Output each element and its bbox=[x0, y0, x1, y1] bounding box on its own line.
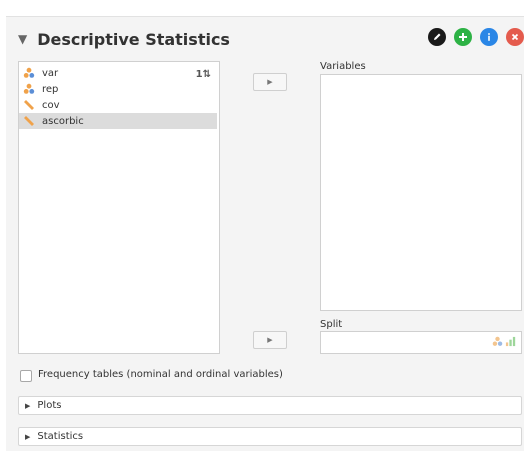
plots-section[interactable]: ▶ Plots bbox=[18, 396, 522, 415]
edit-icon[interactable] bbox=[428, 28, 446, 46]
close-icon[interactable] bbox=[506, 28, 524, 46]
plots-section-label: Plots bbox=[37, 400, 62, 411]
statistics-section-label: Statistics bbox=[37, 431, 84, 442]
list-item-ascorbic[interactable]: ascorbic bbox=[19, 113, 217, 129]
expand-icon: ▶ bbox=[25, 432, 31, 441]
split-target-list[interactable] bbox=[320, 331, 522, 354]
frequency-tables-label: Frequency tables (nominal and ordinal va… bbox=[38, 369, 283, 380]
list-item-label: cov bbox=[42, 99, 60, 111]
list-item-label: rep bbox=[42, 83, 59, 95]
add-icon[interactable] bbox=[454, 28, 472, 46]
ordinal-variable-icon bbox=[505, 336, 516, 347]
list-item-rep[interactable]: rep bbox=[19, 81, 219, 97]
variables-label: Variables bbox=[320, 61, 366, 72]
source-variable-list[interactable]: var rep cov ascorbic 1⇅ bbox=[18, 61, 220, 354]
panel-header[interactable]: ▼ Descriptive Statistics bbox=[18, 27, 230, 51]
nominal-variable-icon bbox=[492, 336, 503, 346]
header-icon-group bbox=[428, 28, 524, 46]
arrow-right-icon: ▶ bbox=[267, 336, 273, 344]
collapse-icon[interactable]: ▼ bbox=[18, 32, 27, 46]
info-icon[interactable] bbox=[480, 28, 498, 46]
move-to-split-button[interactable]: ▶ bbox=[253, 331, 287, 349]
frequency-tables-checkbox[interactable] bbox=[20, 370, 32, 382]
expand-icon: ▶ bbox=[25, 401, 31, 410]
nominal-variable-icon bbox=[23, 67, 37, 79]
list-item-var[interactable]: var bbox=[19, 65, 219, 81]
list-item-label: ascorbic bbox=[42, 115, 84, 127]
list-item-label: var bbox=[42, 67, 59, 79]
scale-variable-icon bbox=[23, 115, 37, 127]
page-title: Descriptive Statistics bbox=[37, 29, 230, 49]
move-to-variables-button[interactable]: ▶ bbox=[253, 73, 287, 91]
nominal-variable-icon bbox=[23, 83, 37, 95]
split-label: Split bbox=[320, 319, 343, 330]
sort-icon[interactable]: 1⇅ bbox=[196, 69, 211, 80]
statistics-section[interactable]: ▶ Statistics bbox=[18, 427, 522, 446]
arrow-right-icon: ▶ bbox=[267, 78, 273, 86]
split-accepted-types bbox=[492, 336, 516, 347]
scale-variable-icon bbox=[23, 99, 37, 111]
variables-target-list[interactable] bbox=[320, 74, 522, 311]
list-item-cov[interactable]: cov bbox=[19, 97, 219, 113]
